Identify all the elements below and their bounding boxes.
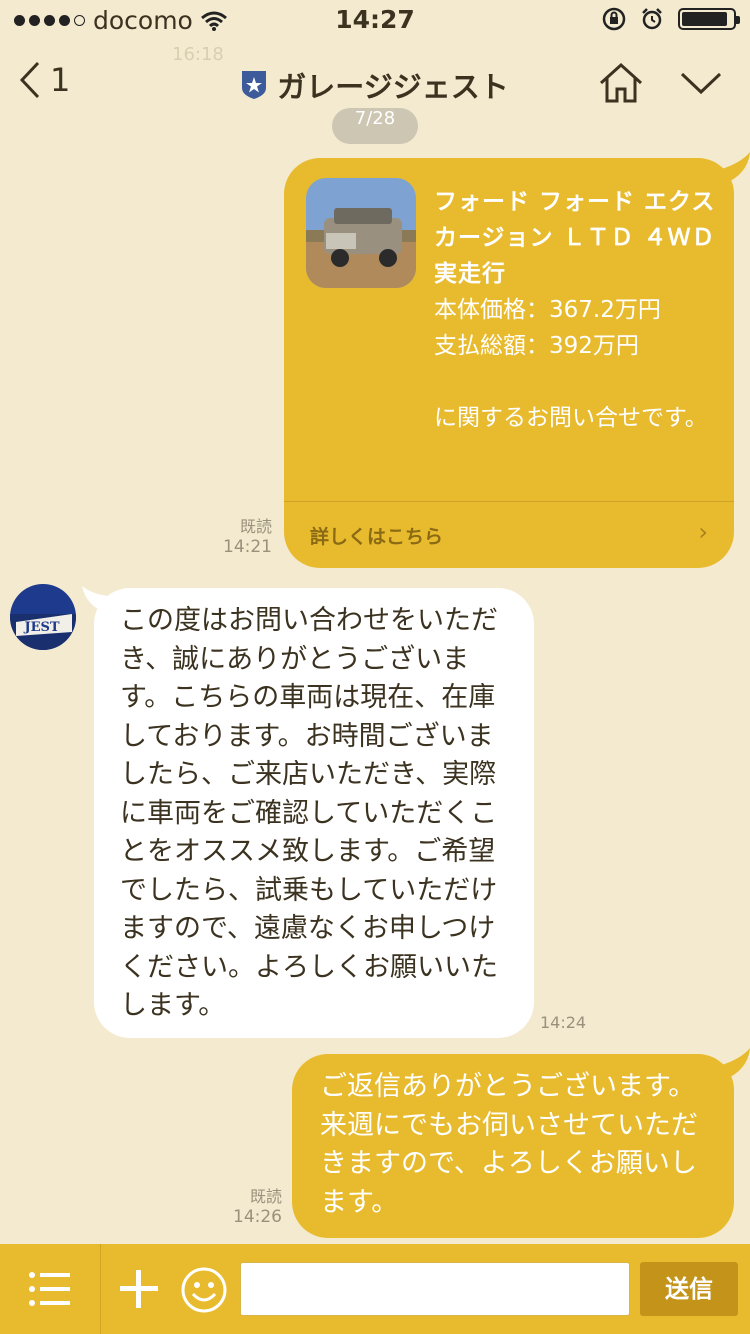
avatar-logo-text: JEST xyxy=(23,620,59,635)
menu-button[interactable] xyxy=(0,1244,101,1334)
inquiry-text: フォード フォード エクスカージョン ＬＴＤ ４ＷＤ 実走行 本体価格：367.… xyxy=(434,184,724,436)
plus-icon[interactable] xyxy=(118,1268,160,1310)
read-receipt: 既読 xyxy=(239,517,272,536)
followup-meta: 既読 14:26 xyxy=(210,1186,282,1228)
status-icons xyxy=(602,7,740,31)
vehicle-title: フォード フォード エクスカージョン ＬＴＤ ４ＷＤ 実走行 xyxy=(434,189,716,287)
reply-bubble[interactable]: この度はお問い合わせをいただき、誠にありがとうございます。こちらの車両は現在、在… xyxy=(94,588,534,1038)
home-icon[interactable] xyxy=(598,62,644,104)
vehicle-thumbnail[interactable] xyxy=(306,178,416,288)
details-link[interactable]: 詳しくはこちら xyxy=(310,522,443,549)
message-time: 14:26 xyxy=(233,1207,282,1227)
inquiry-meta: 既読 14:21 xyxy=(200,516,272,558)
alarm-icon xyxy=(642,8,662,30)
input-bar: 送信 xyxy=(0,1244,750,1334)
status-bar: docomo 14:27 xyxy=(0,0,750,40)
official-account-badge-icon xyxy=(242,71,267,99)
send-button[interactable]: 送信 xyxy=(640,1262,738,1316)
read-receipt: 既読 xyxy=(249,1187,282,1206)
total-price: 支払総額：392万円 xyxy=(434,333,639,359)
reply-text: この度はお問い合わせをいただき、誠にありがとうございます。こちらの車両は現在、在… xyxy=(120,605,498,1021)
base-price: 本体価格：367.2万円 xyxy=(434,297,661,323)
reply-time: 14:24 xyxy=(540,1013,587,1032)
emoji-icon[interactable] xyxy=(180,1266,228,1314)
chat-title-text: ガレージジェスト xyxy=(277,70,509,104)
avatar[interactable]: JEST xyxy=(10,584,76,650)
chevron-right-icon: › xyxy=(698,518,708,546)
followup-bubble[interactable]: ご返信ありがとうございます。来週にでもお伺いさせていただきますので、よろしくお願… xyxy=(292,1054,734,1238)
battery-icon xyxy=(678,8,740,30)
rotation-lock-icon xyxy=(602,7,626,31)
list-menu-icon xyxy=(29,1272,70,1306)
date-divider: 7/28 xyxy=(332,108,418,144)
message-time: 14:21 xyxy=(223,537,272,557)
card-divider xyxy=(284,501,734,502)
followup-text: ご返信ありがとうございます。来週にでもお伺いさせていただきますので、よろしくお願… xyxy=(320,1071,698,1218)
inquiry-note: に関するお問い合せです。 xyxy=(434,405,708,431)
message-input[interactable] xyxy=(240,1262,630,1316)
chevron-down-icon[interactable] xyxy=(680,70,722,96)
inquiry-card[interactable]: フォード フォード エクスカージョン ＬＴＤ ４ＷＤ 実走行 本体価格：367.… xyxy=(284,158,734,568)
